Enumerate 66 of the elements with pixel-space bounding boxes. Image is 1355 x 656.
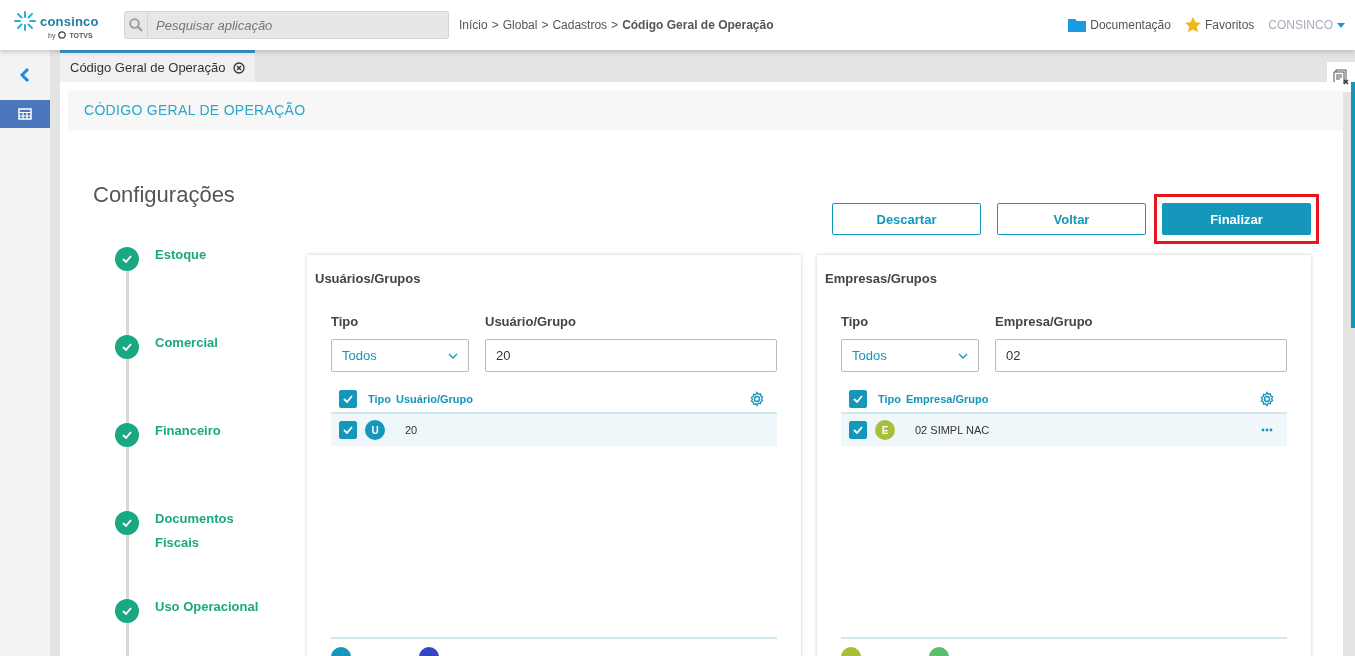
logo-icon — [14, 11, 36, 31]
table-row[interactable]: E 02 SIMPL NAC — [841, 414, 1287, 446]
primary-button[interactable]: Finalizar — [1162, 203, 1311, 235]
caret-icon — [1337, 22, 1345, 28]
breadcrumb-link[interactable]: Global — [502, 18, 538, 32]
checkbox[interactable] — [849, 421, 867, 439]
settings-icon[interactable] — [749, 391, 765, 407]
breadcrumb-current: Código Geral de Operação — [622, 18, 774, 32]
type-badge: E — [875, 420, 895, 440]
page-title: CÓDIGO GERAL DE OPERAÇÃO — [84, 102, 306, 118]
settings-icon[interactable] — [1259, 391, 1275, 407]
step-label[interactable]: Financeiro — [155, 419, 265, 443]
close-icon[interactable] — [233, 61, 246, 74]
field-label: Tipo — [331, 314, 360, 329]
user-menu[interactable]: CONSINCO — [1268, 18, 1333, 32]
table-icon[interactable] — [18, 108, 32, 120]
table-row[interactable]: U 20 — [331, 414, 777, 446]
check-icon — [853, 395, 863, 403]
checkbox[interactable] — [339, 390, 357, 408]
input-field[interactable]: 20 — [485, 339, 777, 372]
section-title: Configurações — [93, 182, 235, 208]
outline-button[interactable]: Voltar — [997, 203, 1146, 235]
folder-icon — [1068, 18, 1087, 32]
table-cell: 20 — [405, 424, 418, 436]
type-badge: U — [365, 420, 385, 440]
chevron-down-icon — [448, 352, 458, 359]
step-label[interactable]: Estoque — [155, 243, 265, 267]
type-select[interactable]: Todos — [331, 339, 469, 372]
column-header: Tipo — [368, 393, 392, 405]
outline-button[interactable]: Descartar — [832, 203, 981, 235]
checkbox[interactable] — [339, 421, 357, 439]
card-title: Empresas/Grupos — [825, 271, 938, 286]
header-link[interactable]: Favoritos — [1204, 18, 1255, 32]
type-select[interactable]: Todos — [841, 339, 979, 372]
column-header: Usuário/Grupo — [396, 393, 473, 405]
field-label: Tipo — [841, 314, 870, 329]
breadcrumb-separator: > — [611, 18, 619, 32]
check-icon — [343, 426, 353, 434]
search-icon — [129, 18, 143, 32]
more-icon[interactable] — [1261, 428, 1273, 432]
chevron-down-icon — [958, 352, 968, 359]
breadcrumb-link[interactable]: Cadastros — [552, 18, 608, 32]
star-icon — [1184, 17, 1201, 33]
back-icon[interactable] — [20, 68, 30, 82]
checkbox[interactable] — [849, 390, 867, 408]
card-title: Usuários/Grupos — [315, 271, 422, 286]
column-header: Empresa/Grupo — [906, 393, 989, 405]
search-field[interactable]: Pesquisar aplicação — [148, 11, 449, 39]
step-label[interactable]: Documentos Fiscais — [155, 507, 265, 555]
check-icon — [343, 395, 353, 403]
breadcrumb-separator: > — [541, 18, 549, 32]
breadcrumb-link[interactable]: Início — [459, 18, 488, 32]
header-link[interactable]: Documentação — [1090, 18, 1171, 32]
breadcrumb-separator: > — [491, 18, 499, 32]
tab[interactable]: Código Geral de Operação — [60, 50, 256, 82]
field-label: Empresa/Grupo — [995, 314, 1094, 329]
table-cell: 02 SIMPL NAC — [915, 424, 990, 436]
logo-text: consinco — [40, 13, 99, 29]
column-header: Tipo — [878, 393, 902, 405]
brand-icon — [58, 31, 67, 39]
input-field[interactable]: 02 — [995, 339, 1287, 372]
step-label[interactable]: Uso Operacional — [155, 595, 265, 619]
sidebar-item[interactable] — [0, 100, 50, 128]
field-label: Usuário/Grupo — [485, 314, 577, 329]
check-icon — [853, 426, 863, 434]
step-label[interactable]: Comercial — [155, 331, 265, 355]
